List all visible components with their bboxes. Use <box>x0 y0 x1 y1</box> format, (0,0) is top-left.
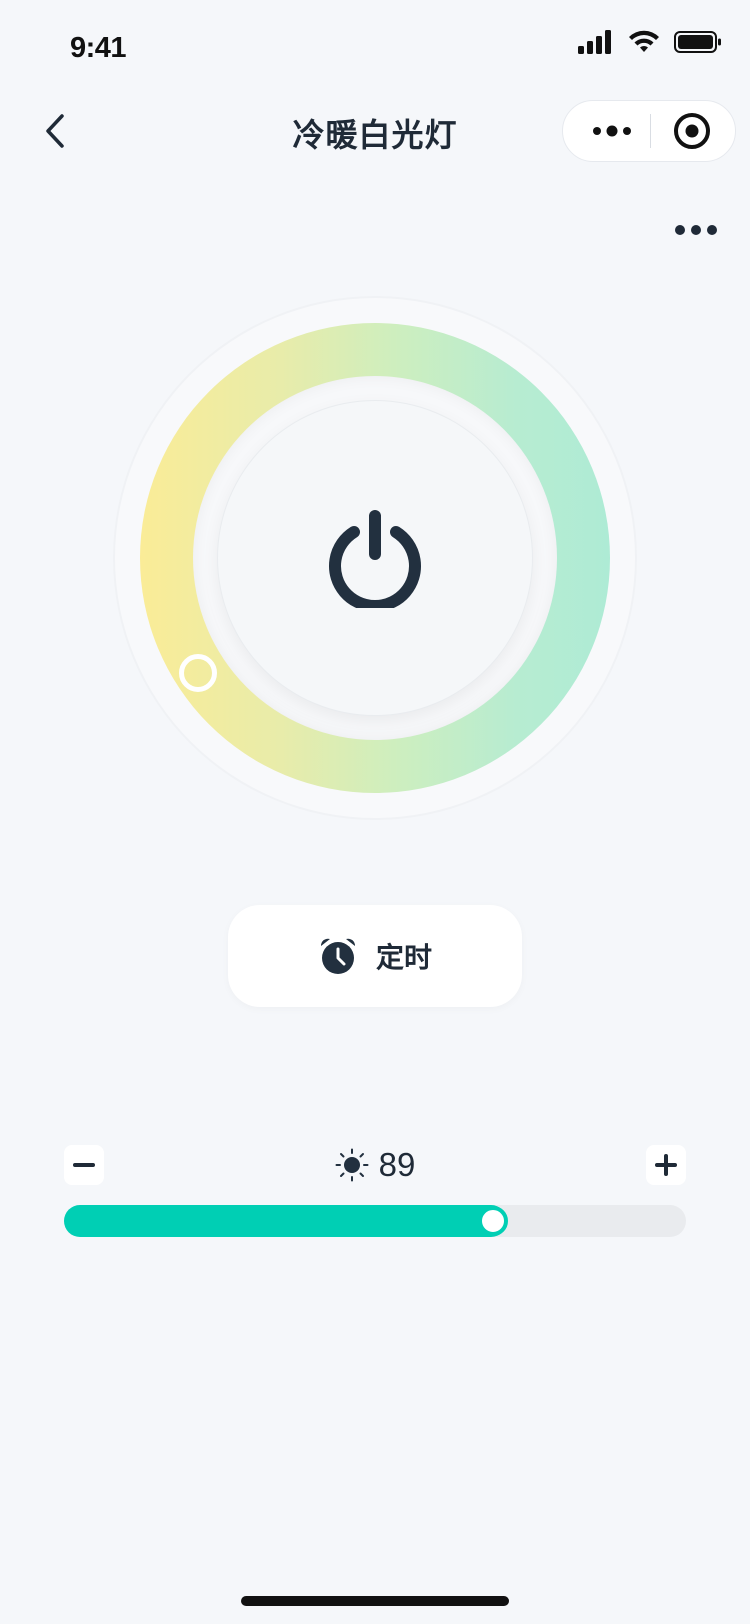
status-bar: 9:41 <box>0 0 750 100</box>
brightness-slider-fill <box>64 1205 507 1237</box>
brightness-increase-button[interactable] <box>646 1145 686 1185</box>
brightness-readout: 89 <box>64 1145 686 1185</box>
alarm-clock-icon <box>320 938 355 974</box>
home-indicator <box>241 1596 509 1606</box>
target-circle-icon <box>674 113 710 149</box>
timer-label: 定时 <box>375 941 432 974</box>
status-time: 9:41 <box>70 32 127 64</box>
page-more-button[interactable] <box>664 210 728 250</box>
brightness-control: 89 <box>64 1145 686 1245</box>
battery-icon <box>674 31 721 53</box>
capsule-divider <box>650 114 651 148</box>
power-button[interactable] <box>218 401 532 715</box>
plus-icon <box>655 1154 677 1176</box>
more-dots-icon <box>593 125 631 137</box>
brightness-value: 89 <box>378 1146 416 1183</box>
wifi-icon <box>629 30 659 52</box>
brightness-slider-thumb[interactable] <box>478 1206 508 1236</box>
cellular-signal-icon <box>578 30 611 54</box>
mini-program-capsule <box>562 100 736 162</box>
color-temperature-handle[interactable] <box>179 654 217 692</box>
nav-bar: 冷暖白光灯 <box>0 96 750 166</box>
timer-button[interactable]: 定时 <box>228 905 522 1007</box>
color-temperature-dial[interactable] <box>113 296 637 820</box>
capsule-more-button[interactable] <box>577 101 647 161</box>
more-dots-icon <box>675 225 717 235</box>
sun-icon <box>335 1148 369 1182</box>
power-icon <box>329 510 421 608</box>
capsule-close-button[interactable] <box>657 101 727 161</box>
brightness-slider[interactable] <box>64 1205 686 1237</box>
status-icons <box>578 30 722 54</box>
